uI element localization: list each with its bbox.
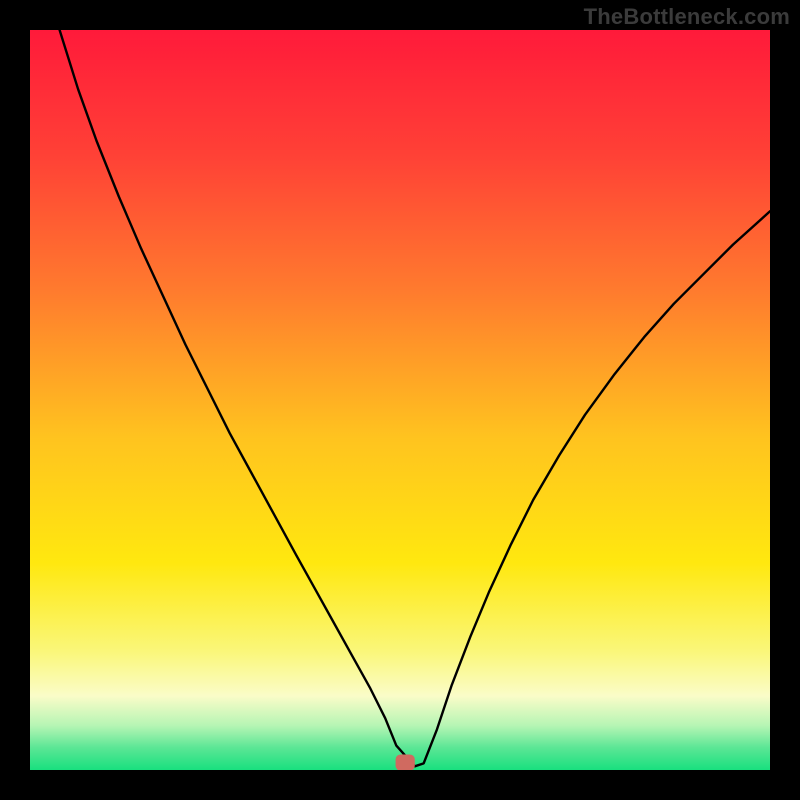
watermark-text: TheBottleneck.com	[584, 4, 790, 30]
min-marker	[396, 754, 415, 770]
gradient-background	[30, 30, 770, 770]
chart-svg	[30, 30, 770, 770]
chart-frame: TheBottleneck.com	[0, 0, 800, 800]
plot-area	[30, 30, 770, 770]
